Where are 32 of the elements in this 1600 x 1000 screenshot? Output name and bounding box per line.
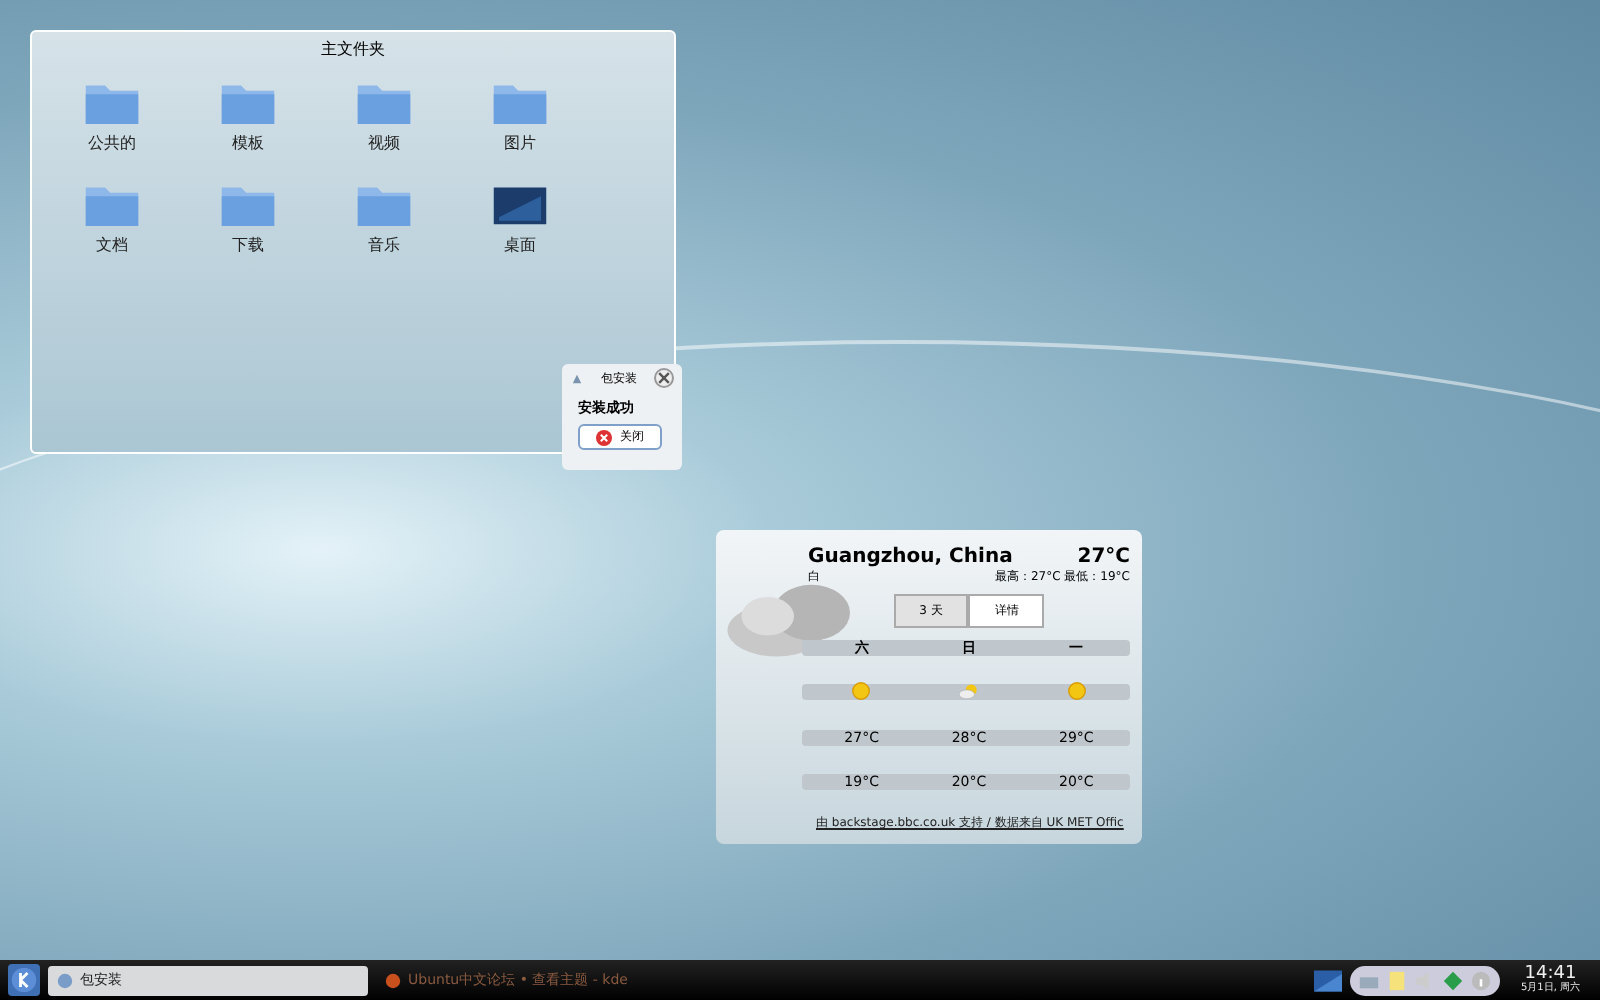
folder-icon	[492, 80, 548, 126]
update-icon[interactable]	[1442, 969, 1465, 991]
desktop-icon	[492, 182, 548, 228]
current-temperature: 27°C	[1077, 546, 1130, 568]
package-icon	[570, 371, 584, 385]
panel-title: 主文件夹	[321, 38, 385, 60]
folder-icon	[356, 80, 412, 126]
pager-icon[interactable]	[1314, 969, 1343, 991]
folder-item[interactable]: 视频	[316, 80, 452, 154]
folder-icon	[84, 80, 140, 126]
sun-cloud-icon	[957, 680, 980, 702]
folder-item[interactable]: 音乐	[316, 182, 452, 256]
info-icon[interactable]	[1470, 969, 1493, 991]
cancel-icon	[596, 429, 612, 445]
close-button[interactable]	[654, 368, 674, 388]
folder-icon	[356, 182, 412, 228]
start-menu-button[interactable]	[8, 964, 40, 996]
folder-item[interactable]: 图片	[452, 80, 588, 154]
folder-icon	[84, 182, 140, 228]
clock-time: 14:41	[1524, 966, 1577, 984]
folder-icon	[220, 182, 276, 228]
folder-item[interactable]: 桌面	[452, 182, 588, 256]
app-icon	[56, 971, 74, 989]
sun-icon	[850, 680, 873, 702]
folder-item[interactable]: 模板	[180, 80, 316, 154]
clipboard-icon[interactable]	[1386, 969, 1409, 991]
folder-item[interactable]: 文档	[44, 182, 180, 256]
weather-location: Guangzhou, China	[808, 546, 1013, 568]
folder-item[interactable]: 公共的	[44, 80, 180, 154]
folder-icon	[220, 80, 276, 126]
folder-item[interactable]: 下载	[180, 182, 316, 256]
app-icon	[384, 971, 402, 989]
